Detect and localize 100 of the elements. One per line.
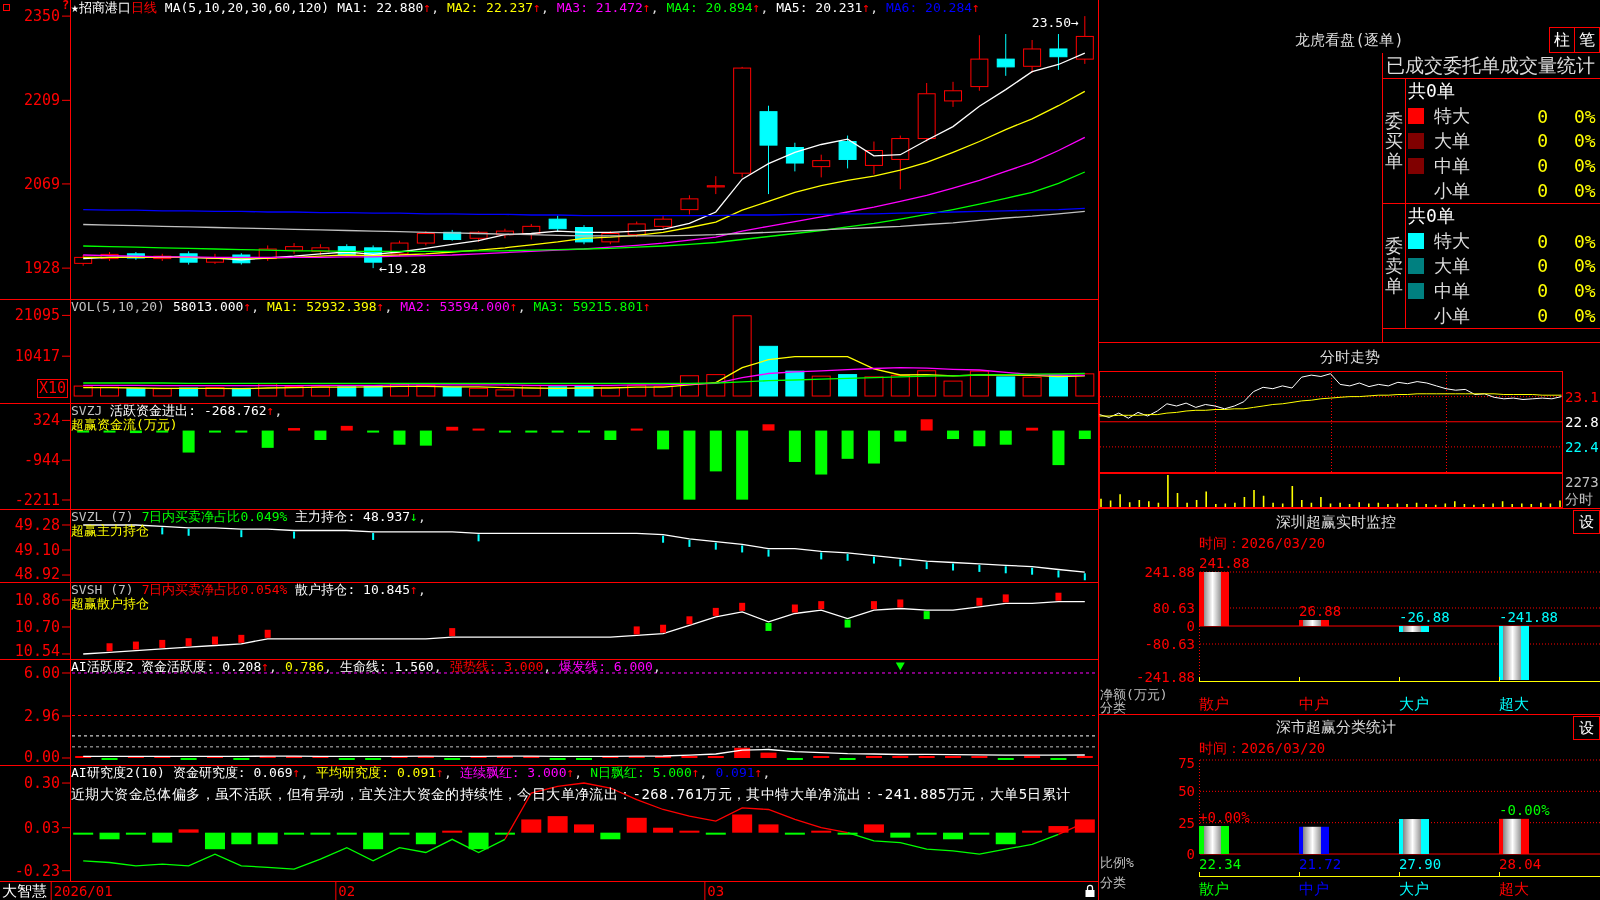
axis-tick-label: 21095 bbox=[14, 306, 60, 325]
panel-title: 深市超赢分类统计 bbox=[1276, 718, 1396, 737]
legend-text: 资金研究度: 0.069↑, bbox=[172, 766, 309, 780]
date-label: 02 bbox=[338, 883, 356, 899]
axis-title: 净额(万元) bbox=[1100, 686, 1168, 702]
legend-text: 生命线: 1.560, bbox=[339, 660, 442, 674]
axis-tick-label: 2.96 bbox=[23, 707, 60, 726]
order-size-label: 特大 bbox=[1434, 104, 1470, 129]
category-label: 散户 bbox=[1199, 695, 1229, 713]
order-count: 0 bbox=[1537, 305, 1548, 327]
panel-title: 龙虎看盘(逐单) bbox=[1295, 30, 1404, 50]
price-extreme-label: 23.50→ bbox=[1031, 14, 1079, 30]
change-label: -0.00% bbox=[1499, 801, 1550, 818]
data-label: 22.34 bbox=[1199, 856, 1242, 872]
legend-text: AI活跃度2 bbox=[71, 660, 134, 674]
legend-text: N日飘红: 5.000↑, bbox=[590, 766, 708, 780]
legend-text: 连续飘红: 3.000↑, bbox=[459, 766, 583, 780]
order-count: 0 bbox=[1537, 255, 1548, 277]
order-size-label: 小单 bbox=[1434, 303, 1470, 328]
order-percent: 0% bbox=[1574, 305, 1597, 327]
axis-tick-label: -241.88 bbox=[1136, 669, 1195, 685]
order-count: 0 bbox=[1537, 130, 1548, 152]
legend-text: 强势线: 3.000, bbox=[449, 660, 552, 674]
legend-text: 超赢主力持仓 bbox=[71, 523, 149, 537]
legend-text: AI研究度2(10) bbox=[71, 766, 165, 780]
date-label: 03 bbox=[707, 883, 725, 899]
change-label: +0.00% bbox=[1199, 809, 1250, 825]
brand-name: 大智慧 bbox=[2, 882, 47, 900]
legend-text: 爆发线: 6.000, bbox=[559, 660, 661, 674]
volume-caption: 分时 bbox=[1565, 491, 1593, 507]
axis-tick-label: 75 bbox=[1178, 755, 1195, 771]
legend-text: 活跃资金进出: -268.762↑, bbox=[110, 404, 283, 418]
category-label: 超大 bbox=[1499, 880, 1529, 898]
legend-text: MA1: 52932.398↑, bbox=[267, 300, 393, 314]
order-percent: 0% bbox=[1574, 130, 1597, 152]
order-count: 0 bbox=[1537, 280, 1548, 302]
legend-text: SVZL (7) bbox=[71, 510, 134, 524]
axis-tick-label: 10417 bbox=[14, 347, 60, 366]
order-total: 共0单 bbox=[1408, 79, 1455, 104]
axis-title: 分类 bbox=[1100, 874, 1126, 890]
axis-tick-label: 2069 bbox=[23, 174, 60, 193]
axis-tick-label: -2211 bbox=[14, 491, 60, 509]
axis-tick-label: 0.03 bbox=[23, 818, 60, 837]
legend-text: MA5: 20.231↑, bbox=[776, 1, 878, 15]
legend-text: 0.786, bbox=[284, 660, 332, 674]
period-label: 日线 bbox=[130, 1, 157, 15]
legend-text: MA2: 53594.000↑, bbox=[400, 300, 526, 314]
order-size-label: 中单 bbox=[1434, 153, 1470, 178]
axis-tick-label: 10.86 bbox=[14, 591, 60, 610]
time-label: 时间：2026/03/20 bbox=[1199, 741, 1326, 755]
axis-tick-label: 22.4 bbox=[1565, 438, 1599, 455]
order-percent: 0% bbox=[1574, 280, 1597, 302]
axis-tick-label: 0 bbox=[1186, 618, 1195, 634]
order-count: 0 bbox=[1537, 180, 1548, 202]
legend-text: 超赢资金流(万元) bbox=[71, 417, 178, 431]
category-label: 大户 bbox=[1399, 695, 1429, 713]
axis-tick-label: 23.1 bbox=[1565, 388, 1599, 405]
group-label: 委买单 bbox=[1385, 111, 1403, 171]
legend-text: 0.091↑, bbox=[715, 766, 771, 780]
unit-label: X10 bbox=[37, 379, 69, 398]
group-label: 委卖单 bbox=[1385, 236, 1403, 296]
axis-tick-label: 324 bbox=[32, 411, 60, 430]
legend-text: 58013.000↑, bbox=[172, 300, 260, 314]
order-size-label: 大单 bbox=[1434, 254, 1470, 278]
axis-tick-label: 48.92 bbox=[14, 565, 60, 582]
axis-tick-label: 2350 bbox=[23, 7, 60, 26]
axis-tick-label: 10.70 bbox=[14, 618, 60, 636]
legend-text: 主力持仓: 48.937↓, bbox=[295, 510, 426, 524]
order-size-label: 中单 bbox=[1434, 278, 1470, 303]
order-count: 0 bbox=[1537, 155, 1548, 177]
axis-tick-label: -0.23 bbox=[14, 861, 60, 880]
price-extreme-label: ←19.28 bbox=[379, 260, 427, 276]
legend-text: MA3: 21.472↑, bbox=[556, 1, 659, 15]
category-label: 中户 bbox=[1299, 695, 1329, 713]
legend-text: 资金活跃度: 0.208↑, bbox=[141, 660, 277, 674]
category-label: 中户 bbox=[1299, 880, 1329, 898]
axis-tick-label: -80.63 bbox=[1144, 636, 1195, 652]
axis-tick-label: 49.10 bbox=[14, 541, 60, 559]
legend-text: VOL(5,10,20) bbox=[71, 300, 165, 314]
order-percent: 0% bbox=[1574, 155, 1597, 177]
data-label: -241.88 bbox=[1499, 609, 1558, 625]
stock-title: ★招商港口 bbox=[71, 1, 131, 15]
category-label: 散户 bbox=[1199, 880, 1229, 898]
data-label: 27.90 bbox=[1399, 856, 1442, 872]
peak-volume-label: 2273 bbox=[1565, 474, 1599, 490]
order-count: 0 bbox=[1537, 230, 1548, 252]
axis-tick-label: -944 bbox=[23, 451, 60, 470]
order-percent: 0% bbox=[1574, 180, 1597, 202]
legend-text: SVZJ bbox=[71, 404, 103, 418]
order-percent: 0% bbox=[1574, 230, 1597, 252]
axis-tick-label: 1928 bbox=[23, 259, 60, 278]
date-label: 2026/01 bbox=[53, 883, 113, 899]
data-label: 21.72 bbox=[1299, 856, 1342, 872]
legend-text: 7日内买卖净占比0.054% bbox=[141, 583, 288, 597]
data-label: 26.88 bbox=[1299, 603, 1342, 619]
order-percent: 0% bbox=[1574, 255, 1597, 277]
order-total: 共0单 bbox=[1408, 204, 1455, 229]
time-label: 时间：2026/03/20 bbox=[1199, 535, 1326, 550]
axis-tick-label: 0.30 bbox=[23, 774, 60, 793]
legend-text: MA(5,10,20,30,60,120) bbox=[164, 1, 330, 15]
